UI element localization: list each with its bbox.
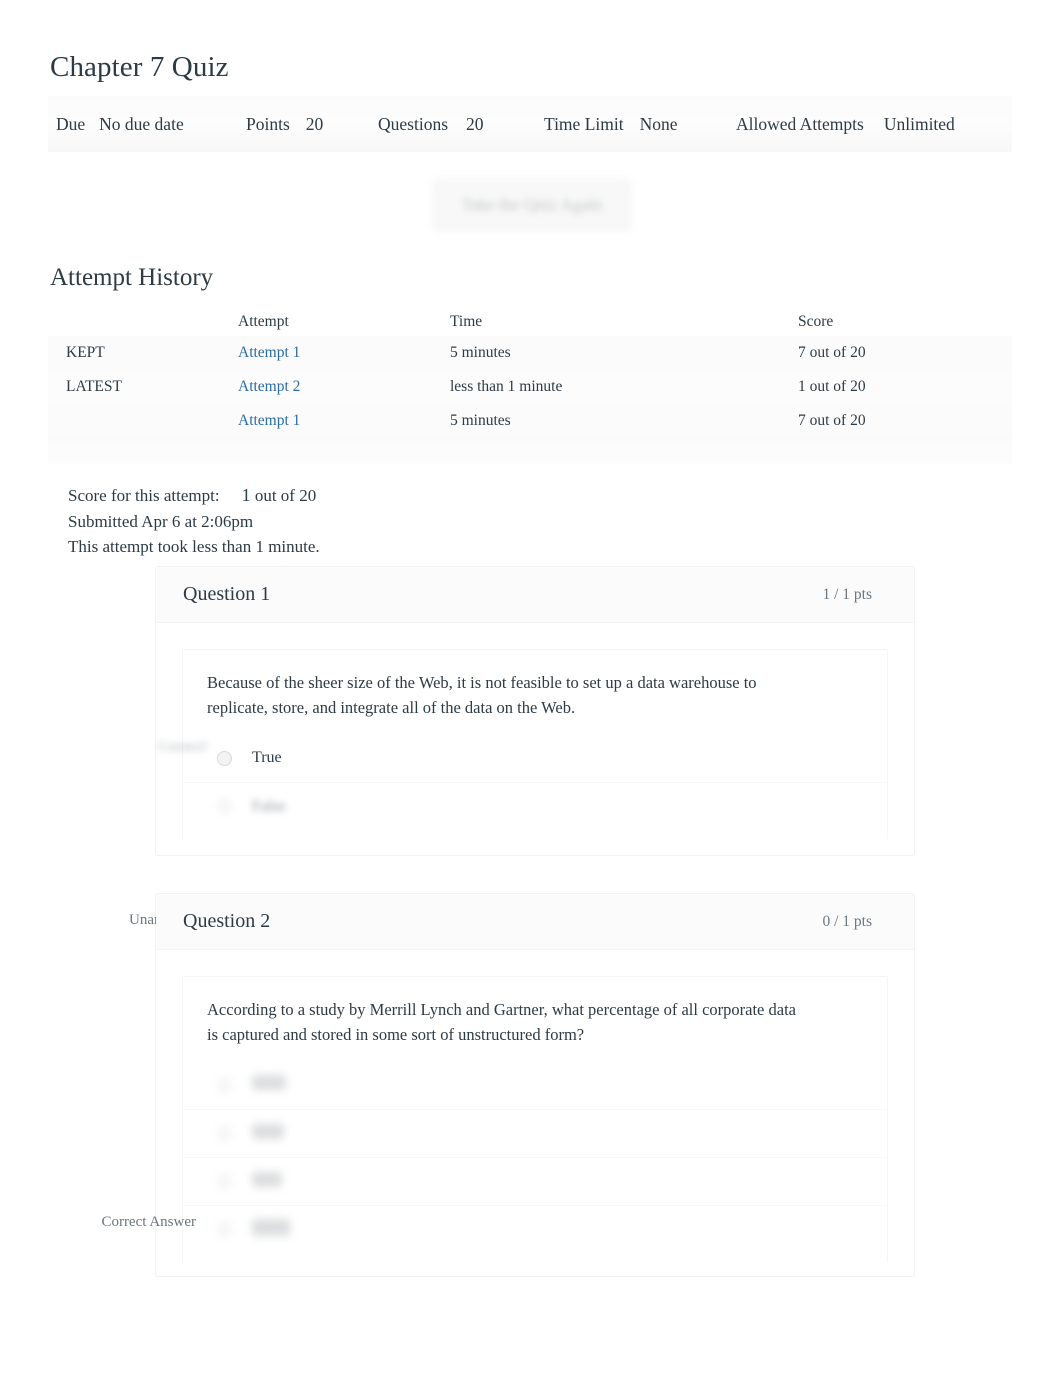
score-for-attempt-label: Score for this attempt: (68, 486, 220, 505)
answer-list (183, 1061, 887, 1263)
attempt-cell: Attempt 1 (238, 412, 450, 430)
question-header: Question 2 0 / 1 pts (156, 894, 914, 950)
answer-option[interactable] (183, 1109, 887, 1157)
answer-option[interactable]: False (183, 782, 887, 830)
attempt-tag: KEPT (66, 344, 105, 361)
attempt-cell: Attempt 2 (238, 378, 450, 396)
attempt-duration: This attempt took less than 1 minute. (68, 537, 320, 556)
answer-label (252, 1075, 286, 1095)
question-card: Correct! Question 1 1 / 1 pts Because of… (155, 566, 915, 856)
attempt-score: 7 out of 20 (798, 344, 866, 361)
question-header: Question 1 1 / 1 pts (156, 567, 914, 623)
meta-questions-label: Questions (378, 113, 448, 134)
attempt-time: 5 minutes (450, 412, 511, 429)
attempt-history-table: Attempt Time Score KEPT Attempt 1 5 minu… (48, 308, 1012, 438)
attempt-time: 5 minutes (450, 344, 511, 361)
quiz-results-page: Chapter 7 Quiz Due No due date Points 20… (0, 0, 1062, 1377)
answer-label (252, 1123, 284, 1144)
attempt-link[interactable]: Attempt 1 (238, 412, 300, 429)
answer-option[interactable] (183, 1205, 887, 1253)
attempt-score: 1 out of 20 (798, 378, 866, 395)
score-for-attempt-suffix: out of 20 (254, 486, 317, 505)
answer-label (252, 1218, 290, 1241)
meta-points-value: 20 (305, 113, 324, 134)
meta-allowed-attempts-value: Unlimited (883, 113, 955, 134)
attempt-tag: LATEST (66, 378, 122, 395)
meta-points: Points 20 (246, 114, 323, 135)
table-header-row: Attempt Time Score (48, 308, 1012, 336)
radio-icon[interactable] (217, 1126, 232, 1141)
question-text: According to a study by Merrill Lynch an… (207, 1000, 796, 1044)
column-header-time: Time (450, 313, 483, 330)
quiz-meta-strip: Due No due date Points 20 Questions 20 T… (48, 96, 1012, 152)
attempt-history-heading: Attempt History (50, 264, 214, 291)
radio-icon[interactable] (217, 1174, 232, 1189)
question-name: Question 2 (183, 910, 271, 932)
question-body: According to a study by Merrill Lynch an… (182, 976, 888, 1263)
question-text: Because of the sheer size of the Web, it… (207, 673, 757, 717)
meta-allowed-attempts-label: Allowed Attempts (736, 113, 864, 134)
answer-option[interactable] (183, 1061, 887, 1109)
meta-time-limit: Time Limit None (544, 114, 678, 135)
meta-due: Due No due date (56, 114, 184, 135)
retake-quiz-container: Take the Quiz Again (432, 178, 632, 232)
radio-icon[interactable] (217, 799, 232, 814)
table-row: KEPT Attempt 1 5 minutes 7 out of 20 (48, 336, 1012, 370)
meta-time-limit-value: None (639, 113, 678, 134)
take-quiz-again-button[interactable]: Take the Quiz Again (432, 178, 632, 232)
meta-points-label: Points (246, 113, 290, 134)
submitted-timestamp: Submitted Apr 6 at 2:06pm (68, 511, 254, 531)
page-title: Chapter 7 Quiz (50, 51, 229, 83)
column-header-attempt: Attempt (238, 313, 289, 330)
radio-icon[interactable] (217, 1077, 232, 1093)
attempt-score: 7 out of 20 (798, 412, 866, 429)
question-points: 1 / 1 pts (822, 585, 872, 603)
answer-label: False (252, 797, 286, 815)
question-body: Because of the sheer size of the Web, it… (182, 649, 888, 840)
meta-due-label: Due (56, 113, 86, 134)
answer-label (252, 1171, 282, 1192)
score-for-attempt-value: 1 (241, 485, 251, 505)
answer-option[interactable] (183, 1157, 887, 1205)
meta-time-limit-label: Time Limit (544, 113, 624, 134)
radio-icon[interactable] (217, 750, 232, 766)
attempt-time: less than 1 minute (450, 378, 563, 395)
attempt-link[interactable]: Attempt 1 (238, 344, 300, 361)
meta-questions-value: 20 (466, 113, 484, 134)
table-row: LATEST Attempt 2 less than 1 minute 1 ou… (48, 370, 1012, 404)
meta-allowed-attempts: Allowed Attempts Unlimited (736, 114, 955, 135)
attempt-summary: Score for this attempt: 1 out of 20 Submi… (68, 483, 320, 560)
attempt-cell: Attempt 1 (238, 344, 450, 362)
question-card: Unanswered Correct Answer Question 2 0 /… (101, 893, 915, 1277)
radio-icon[interactable] (217, 1222, 232, 1237)
question-points: 0 / 1 pts (822, 912, 872, 930)
score-for-attempt-line: Score for this attempt: 1 out of 20 (68, 483, 320, 509)
answer-option[interactable]: True (183, 734, 887, 782)
answer-list: True False (183, 734, 887, 840)
table-footer-band (48, 436, 1012, 464)
meta-due-value: No due date (99, 113, 184, 134)
meta-questions: Questions 20 (378, 114, 484, 135)
table-row: Attempt 1 5 minutes 7 out of 20 (48, 404, 1012, 438)
answer-label: True (252, 749, 282, 766)
attempt-link[interactable]: Attempt 2 (238, 378, 300, 395)
question-name: Question 1 (183, 583, 271, 605)
column-header-score: Score (798, 313, 834, 330)
correct-answer-label: Correct Answer (101, 1214, 196, 1230)
